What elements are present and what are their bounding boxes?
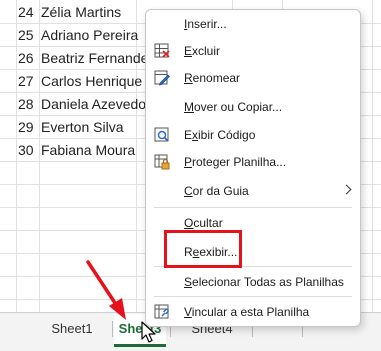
menu-item-exibir-codigo[interactable]: Exibir Código: [146, 123, 360, 147]
menu-item-label: Exibir Código: [184, 128, 256, 142]
cell-name[interactable]: Adriano Pereira: [41, 24, 138, 46]
tab-sheet1[interactable]: Sheet1: [36, 314, 108, 344]
cell-name[interactable]: Fabiana Moura: [41, 139, 135, 161]
menu-item-mover-copiar[interactable]: Mover ou Copiar...: [146, 95, 360, 119]
delete-sheet-icon: [154, 43, 170, 58]
menu-item-excluir[interactable]: Excluir: [146, 39, 360, 63]
menu-item-renomear[interactable]: Renomear: [146, 66, 360, 90]
menu-item-selecionar-todas[interactable]: Selecionar Todas as Planilhas: [146, 270, 360, 294]
row-number: 30: [18, 142, 34, 158]
menu-item-label: Proteger Planilha...: [184, 155, 287, 169]
cell-name[interactable]: Everton Silva: [41, 116, 123, 138]
menu-item-label: Selecionar Todas as Planilhas: [184, 275, 344, 289]
link-sheet-icon: [154, 304, 169, 319]
menu-item-label: Vincular a esta Planilha: [184, 305, 310, 319]
row-number: 26: [18, 50, 34, 66]
menu-item-label: Cor da Guia: [184, 184, 249, 198]
menu-item-label: Excluir: [184, 44, 221, 58]
rename-icon: [154, 70, 170, 86]
highlight-box: [164, 230, 242, 268]
row-number: 27: [18, 73, 34, 89]
cell-name[interactable]: Daniela Azevedo: [41, 93, 146, 115]
menu-item-label: Mover ou Copiar...: [184, 100, 283, 114]
tab-divider: [112, 321, 113, 337]
cell-name[interactable]: Zélia Martins: [41, 1, 121, 23]
menu-item-label: Inserir...: [184, 17, 227, 31]
row-number: 25: [18, 27, 34, 43]
menu-separator: [154, 296, 352, 297]
cell-name[interactable]: Beatriz Fernande: [41, 47, 148, 69]
row-number: 24: [18, 4, 34, 20]
menu-separator: [154, 207, 352, 208]
protect-sheet-icon: [154, 154, 170, 170]
menu-item-proteger[interactable]: Proteger Planilha...: [146, 150, 360, 174]
row-number: 29: [18, 119, 34, 135]
chevron-right-icon: [341, 184, 352, 195]
menu-item-vincular[interactable]: Vincular a esta Planilha: [146, 300, 360, 324]
menu-item-inserir[interactable]: Inserir...: [146, 12, 360, 36]
view-code-icon: [154, 127, 169, 142]
mouse-pointer-icon: [141, 321, 156, 343]
row-number: 28: [18, 96, 34, 112]
sheet-context-menu: Inserir... Excluir Renomear Mover ou Cop…: [145, 9, 361, 327]
menu-item-cor-da-guia[interactable]: Cor da Guia: [146, 179, 360, 203]
menu-item-label: Renomear: [184, 71, 241, 85]
cell-name[interactable]: Carlos Henrique: [41, 70, 142, 92]
